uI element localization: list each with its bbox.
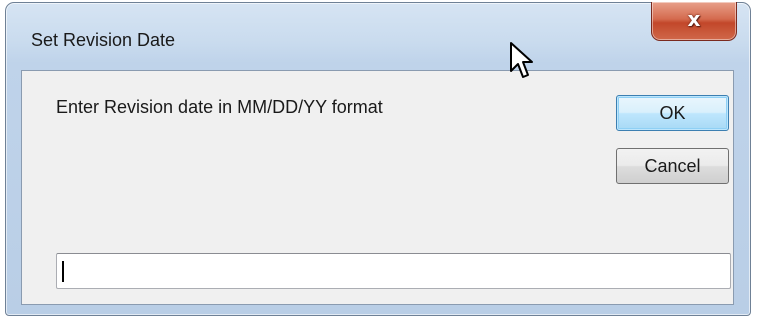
mouse-pointer-icon (510, 42, 533, 78)
dialog-title: Set Revision Date (31, 30, 176, 50)
title-bar[interactable]: Set Revision Date x (6, 2, 750, 71)
close-icon: x (687, 7, 701, 31)
revision-date-input[interactable] (56, 253, 731, 289)
dialog-client-area: Enter Revision date in MM/DD/YY format O… (21, 70, 734, 305)
ok-button[interactable]: OK (616, 95, 729, 131)
close-button[interactable]: x (651, 2, 737, 41)
cancel-button[interactable]: Cancel (616, 148, 729, 184)
text-caret (62, 261, 64, 282)
dialog-window: Set Revision Date x Enter Revision date … (5, 2, 751, 316)
prompt-label: Enter Revision date in MM/DD/YY format (56, 97, 383, 117)
